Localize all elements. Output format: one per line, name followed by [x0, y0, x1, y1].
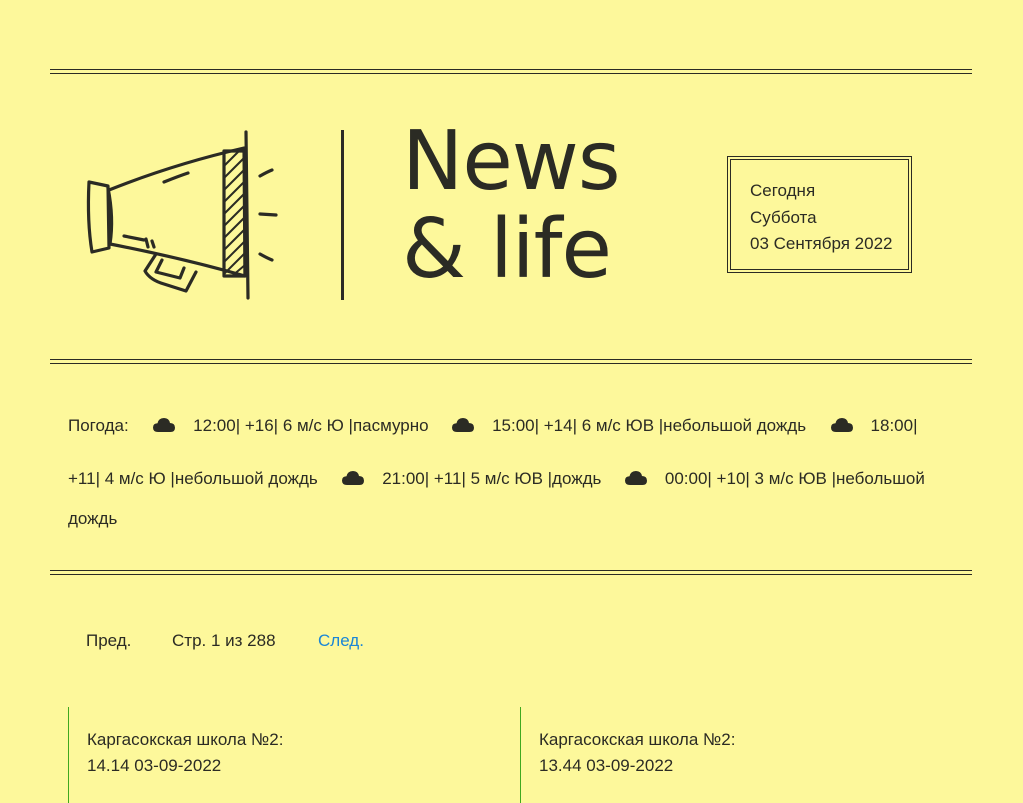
prev-page-button[interactable]: Пред.: [86, 630, 131, 652]
news-card[interactable]: Каргасокская школа №2: 13.44 03-09-2022: [520, 707, 961, 803]
weather-line-2: +11| 4 м/с Ю |небольшой дождь 21:00| +11…: [68, 469, 925, 489]
forecast-15: 15:00| +14| 6 м/с ЮВ |небольшой дождь: [492, 416, 807, 435]
weather-line-1: Погода: 12:00| +16| 6 м/с Ю |пасмурно 15…: [68, 416, 918, 436]
header-divider: [50, 359, 972, 364]
cloud-icon: [830, 417, 853, 433]
page-status: Стр. 1 из 288: [172, 631, 276, 650]
news-datetime: 13.44 03-09-2022: [539, 756, 674, 775]
megaphone-logo: [84, 126, 284, 311]
weather-divider: [50, 570, 972, 575]
weekday-label: Суббота: [750, 207, 817, 227]
cloud-icon: [342, 470, 365, 486]
logo-divider: [341, 130, 344, 300]
forecast-18: 18:00|: [870, 416, 918, 435]
top-divider: [50, 69, 972, 74]
title-line-2: & life: [402, 202, 612, 297]
news-source: Каргасокская школа №2:: [539, 730, 736, 749]
today-label: Сегодня: [750, 181, 816, 200]
forecast-12: 12:00| +16| 6 м/с Ю |пасмурно: [193, 416, 429, 435]
news-datetime: 14.14 03-09-2022: [87, 756, 222, 775]
forecast-21: 21:00| +11| 5 м/с ЮВ |дождь: [382, 469, 602, 488]
weather-line-3: дождь: [68, 509, 117, 529]
cloud-icon: [153, 417, 176, 433]
cloud-icon: [625, 470, 648, 486]
site-title[interactable]: News & life: [402, 114, 621, 297]
weather-label: Погода:: [68, 416, 129, 435]
forecast-18-cont: +11| 4 м/с Ю |небольшой дождь: [68, 469, 318, 488]
next-page-link[interactable]: След.: [318, 630, 364, 652]
news-source: Каргасокская школа №2:: [87, 730, 284, 749]
title-line-1: News: [402, 114, 621, 209]
date-label: 03 Сентября 2022: [750, 234, 893, 253]
date-box: Сегодня Суббота 03 Сентября 2022: [727, 156, 912, 273]
forecast-00-cont: дождь: [68, 509, 118, 528]
cloud-icon: [452, 417, 475, 433]
forecast-00: 00:00| +10| 3 м/с ЮВ |небольшой: [664, 469, 925, 488]
news-card[interactable]: Каргасокская школа №2: 14.14 03-09-2022: [68, 707, 509, 803]
